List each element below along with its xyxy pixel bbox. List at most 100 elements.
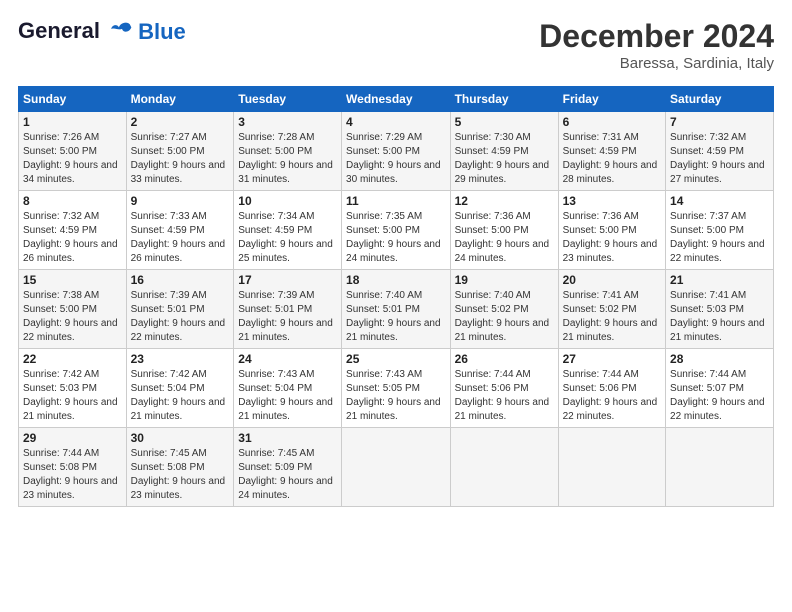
day-number: 9 [131, 194, 230, 208]
day-info: Sunrise: 7:39 AMSunset: 5:01 PMDaylight:… [131, 290, 226, 343]
day-info: Sunrise: 7:44 AMSunset: 5:07 PMDaylight:… [670, 369, 765, 422]
day-info: Sunrise: 7:43 AMSunset: 5:05 PMDaylight:… [346, 369, 441, 422]
day-number: 17 [238, 273, 337, 287]
table-row: 19 Sunrise: 7:40 AMSunset: 5:02 PMDaylig… [450, 270, 558, 349]
table-row: 26 Sunrise: 7:44 AMSunset: 5:06 PMDaylig… [450, 349, 558, 428]
title-block: December 2024 Baressa, Sardinia, Italy [539, 18, 774, 72]
table-row: 18 Sunrise: 7:40 AMSunset: 5:01 PMDaylig… [342, 270, 451, 349]
day-number: 31 [238, 431, 337, 445]
calendar-week-row: 1 Sunrise: 7:26 AMSunset: 5:00 PMDayligh… [19, 112, 774, 191]
day-info: Sunrise: 7:32 AMSunset: 4:59 PMDaylight:… [670, 132, 765, 185]
day-number: 22 [23, 352, 122, 366]
day-info: Sunrise: 7:38 AMSunset: 5:00 PMDaylight:… [23, 290, 118, 343]
calendar-header-row: Sunday Monday Tuesday Wednesday Thursday… [19, 87, 774, 112]
table-row: 6 Sunrise: 7:31 AMSunset: 4:59 PMDayligh… [558, 112, 665, 191]
logo-blue: Blue [138, 20, 186, 44]
table-row [558, 428, 665, 507]
day-number: 23 [131, 352, 230, 366]
day-info: Sunrise: 7:26 AMSunset: 5:00 PMDaylight:… [23, 132, 118, 185]
day-number: 4 [346, 115, 446, 129]
table-row: 11 Sunrise: 7:35 AMSunset: 5:00 PMDaylig… [342, 191, 451, 270]
table-row: 27 Sunrise: 7:44 AMSunset: 5:06 PMDaylig… [558, 349, 665, 428]
day-number: 29 [23, 431, 122, 445]
day-number: 30 [131, 431, 230, 445]
day-number: 20 [563, 273, 661, 287]
day-number: 19 [455, 273, 554, 287]
day-number: 10 [238, 194, 337, 208]
day-info: Sunrise: 7:44 AMSunset: 5:06 PMDaylight:… [563, 369, 658, 422]
table-row: 15 Sunrise: 7:38 AMSunset: 5:00 PMDaylig… [19, 270, 127, 349]
day-info: Sunrise: 7:37 AMSunset: 5:00 PMDaylight:… [670, 211, 765, 264]
day-info: Sunrise: 7:29 AMSunset: 5:00 PMDaylight:… [346, 132, 441, 185]
table-row: 7 Sunrise: 7:32 AMSunset: 4:59 PMDayligh… [666, 112, 774, 191]
table-row: 12 Sunrise: 7:36 AMSunset: 5:00 PMDaylig… [450, 191, 558, 270]
day-number: 25 [346, 352, 446, 366]
table-row: 1 Sunrise: 7:26 AMSunset: 5:00 PMDayligh… [19, 112, 127, 191]
table-row: 25 Sunrise: 7:43 AMSunset: 5:05 PMDaylig… [342, 349, 451, 428]
day-number: 3 [238, 115, 337, 129]
table-row [450, 428, 558, 507]
day-info: Sunrise: 7:41 AMSunset: 5:02 PMDaylight:… [563, 290, 658, 343]
table-row: 2 Sunrise: 7:27 AMSunset: 5:00 PMDayligh… [126, 112, 234, 191]
day-info: Sunrise: 7:32 AMSunset: 4:59 PMDaylight:… [23, 211, 118, 264]
calendar-week-row: 22 Sunrise: 7:42 AMSunset: 5:03 PMDaylig… [19, 349, 774, 428]
table-row: 10 Sunrise: 7:34 AMSunset: 4:59 PMDaylig… [234, 191, 342, 270]
day-info: Sunrise: 7:40 AMSunset: 5:01 PMDaylight:… [346, 290, 441, 343]
day-info: Sunrise: 7:42 AMSunset: 5:03 PMDaylight:… [23, 369, 118, 422]
day-info: Sunrise: 7:42 AMSunset: 5:04 PMDaylight:… [131, 369, 226, 422]
day-number: 7 [670, 115, 769, 129]
day-number: 11 [346, 194, 446, 208]
day-number: 5 [455, 115, 554, 129]
table-row: 4 Sunrise: 7:29 AMSunset: 5:00 PMDayligh… [342, 112, 451, 191]
day-info: Sunrise: 7:45 AMSunset: 5:08 PMDaylight:… [131, 448, 226, 501]
calendar-table: Sunday Monday Tuesday Wednesday Thursday… [18, 86, 774, 507]
table-row: 22 Sunrise: 7:42 AMSunset: 5:03 PMDaylig… [19, 349, 127, 428]
col-tuesday: Tuesday [234, 87, 342, 112]
day-info: Sunrise: 7:44 AMSunset: 5:06 PMDaylight:… [455, 369, 550, 422]
table-row: 5 Sunrise: 7:30 AMSunset: 4:59 PMDayligh… [450, 112, 558, 191]
header: General Blue December 2024 Baressa, Sard… [18, 18, 774, 72]
calendar-week-row: 29 Sunrise: 7:44 AMSunset: 5:08 PMDaylig… [19, 428, 774, 507]
col-friday: Friday [558, 87, 665, 112]
table-row: 9 Sunrise: 7:33 AMSunset: 4:59 PMDayligh… [126, 191, 234, 270]
day-info: Sunrise: 7:43 AMSunset: 5:04 PMDaylight:… [238, 369, 333, 422]
logo: General Blue [18, 18, 186, 46]
logo-text: General [18, 18, 136, 46]
day-info: Sunrise: 7:41 AMSunset: 5:03 PMDaylight:… [670, 290, 765, 343]
month-title: December 2024 [539, 18, 774, 55]
day-number: 24 [238, 352, 337, 366]
day-info: Sunrise: 7:34 AMSunset: 4:59 PMDaylight:… [238, 211, 333, 264]
day-number: 1 [23, 115, 122, 129]
logo-bird-icon [108, 18, 136, 46]
table-row: 17 Sunrise: 7:39 AMSunset: 5:01 PMDaylig… [234, 270, 342, 349]
table-row: 20 Sunrise: 7:41 AMSunset: 5:02 PMDaylig… [558, 270, 665, 349]
table-row: 13 Sunrise: 7:36 AMSunset: 5:00 PMDaylig… [558, 191, 665, 270]
day-number: 18 [346, 273, 446, 287]
table-row: 29 Sunrise: 7:44 AMSunset: 5:08 PMDaylig… [19, 428, 127, 507]
day-info: Sunrise: 7:31 AMSunset: 4:59 PMDaylight:… [563, 132, 658, 185]
day-info: Sunrise: 7:36 AMSunset: 5:00 PMDaylight:… [563, 211, 658, 264]
col-wednesday: Wednesday [342, 87, 451, 112]
day-info: Sunrise: 7:40 AMSunset: 5:02 PMDaylight:… [455, 290, 550, 343]
day-info: Sunrise: 7:44 AMSunset: 5:08 PMDaylight:… [23, 448, 118, 501]
day-number: 6 [563, 115, 661, 129]
table-row: 14 Sunrise: 7:37 AMSunset: 5:00 PMDaylig… [666, 191, 774, 270]
col-monday: Monday [126, 87, 234, 112]
col-saturday: Saturday [666, 87, 774, 112]
day-info: Sunrise: 7:30 AMSunset: 4:59 PMDaylight:… [455, 132, 550, 185]
table-row: 21 Sunrise: 7:41 AMSunset: 5:03 PMDaylig… [666, 270, 774, 349]
table-row: 30 Sunrise: 7:45 AMSunset: 5:08 PMDaylig… [126, 428, 234, 507]
table-row: 16 Sunrise: 7:39 AMSunset: 5:01 PMDaylig… [126, 270, 234, 349]
day-number: 2 [131, 115, 230, 129]
day-number: 16 [131, 273, 230, 287]
day-number: 13 [563, 194, 661, 208]
col-thursday: Thursday [450, 87, 558, 112]
day-number: 21 [670, 273, 769, 287]
calendar-week-row: 15 Sunrise: 7:38 AMSunset: 5:00 PMDaylig… [19, 270, 774, 349]
table-row: 31 Sunrise: 7:45 AMSunset: 5:09 PMDaylig… [234, 428, 342, 507]
day-info: Sunrise: 7:28 AMSunset: 5:00 PMDaylight:… [238, 132, 333, 185]
day-info: Sunrise: 7:33 AMSunset: 4:59 PMDaylight:… [131, 211, 226, 264]
table-row: 3 Sunrise: 7:28 AMSunset: 5:00 PMDayligh… [234, 112, 342, 191]
day-number: 28 [670, 352, 769, 366]
day-number: 8 [23, 194, 122, 208]
